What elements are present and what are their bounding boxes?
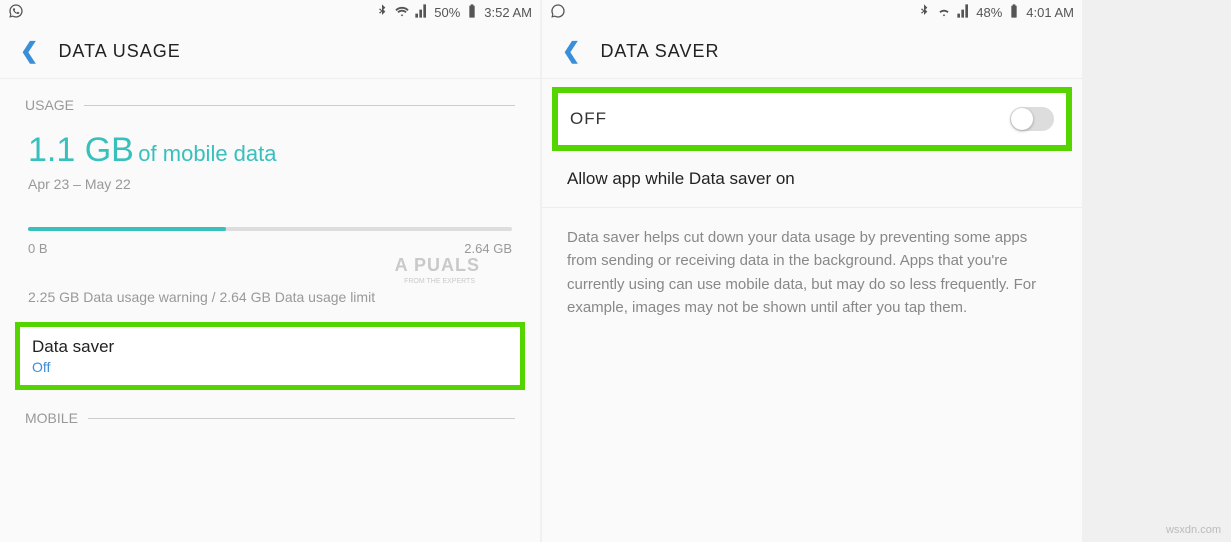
battery-percent: 50%: [434, 5, 460, 20]
progress-min: 0 B: [28, 241, 48, 256]
whatsapp-icon: [8, 3, 24, 22]
toggle-knob: [1011, 108, 1033, 130]
data-saver-description: Data saver helps cut down your data usag…: [542, 208, 1082, 337]
bluetooth-icon: [374, 3, 390, 22]
battery-icon: [464, 3, 480, 22]
header-bar: ❮ DATA USAGE: [0, 24, 540, 79]
signal-icon: [956, 3, 972, 22]
status-bar: 50% 3:52 AM: [0, 0, 540, 24]
usage-suffix: of mobile data: [138, 141, 276, 166]
status-bar: 48% 4:01 AM: [542, 0, 1082, 24]
progress-fill: [28, 227, 226, 231]
clock-time: 3:52 AM: [484, 5, 532, 20]
usage-summary[interactable]: 1.1 GB of mobile data Apr 23 – May 22: [0, 121, 540, 202]
back-icon[interactable]: ❮: [20, 38, 38, 64]
toggle-switch[interactable]: [1010, 107, 1054, 131]
usage-date-range: Apr 23 – May 22: [28, 176, 512, 192]
toggle-state-label: OFF: [570, 109, 607, 129]
watermark-sub: FROM THE EXPERTS: [404, 278, 475, 285]
page-title: DATA USAGE: [58, 41, 180, 62]
data-saver-status: Off: [32, 359, 508, 375]
bluetooth-icon: [916, 3, 932, 22]
data-saver-row[interactable]: Data saver Off: [15, 322, 525, 390]
allow-app-row[interactable]: Allow app while Data saver on: [542, 151, 1082, 208]
divider: [84, 105, 515, 106]
section-label-usage: USAGE: [0, 79, 540, 121]
clock-time: 4:01 AM: [1026, 5, 1074, 20]
page-title: DATA SAVER: [600, 41, 719, 62]
watermark-brand: A PUALS: [395, 255, 480, 276]
section-text: USAGE: [25, 97, 74, 113]
whatsapp-icon: [550, 3, 566, 22]
progress-track: [28, 227, 512, 231]
data-saver-title: Data saver: [32, 337, 508, 357]
data-saver-toggle-row[interactable]: OFF: [552, 87, 1072, 151]
phone-screen-data-usage: 50% 3:52 AM ❮ DATA USAGE USAGE 1.1 GB of…: [0, 0, 540, 542]
wifi-icon: [394, 3, 410, 22]
back-icon[interactable]: ❮: [562, 38, 580, 64]
header-bar: ❮ DATA SAVER: [542, 24, 1082, 79]
battery-percent: 48%: [976, 5, 1002, 20]
section-label-mobile: MOBILE: [0, 392, 540, 434]
signal-icon: [414, 3, 430, 22]
usage-amount: 1.1 GB: [28, 131, 134, 169]
divider: [88, 418, 515, 419]
phone-screen-data-saver: 48% 4:01 AM ❮ DATA SAVER OFF Allow app w…: [542, 0, 1082, 542]
footer-watermark: wsxdn.com: [1166, 524, 1221, 536]
wifi-icon: [936, 3, 952, 22]
battery-icon: [1006, 3, 1022, 22]
section-text: MOBILE: [25, 410, 78, 426]
progress-max: 2.64 GB: [464, 241, 512, 256]
